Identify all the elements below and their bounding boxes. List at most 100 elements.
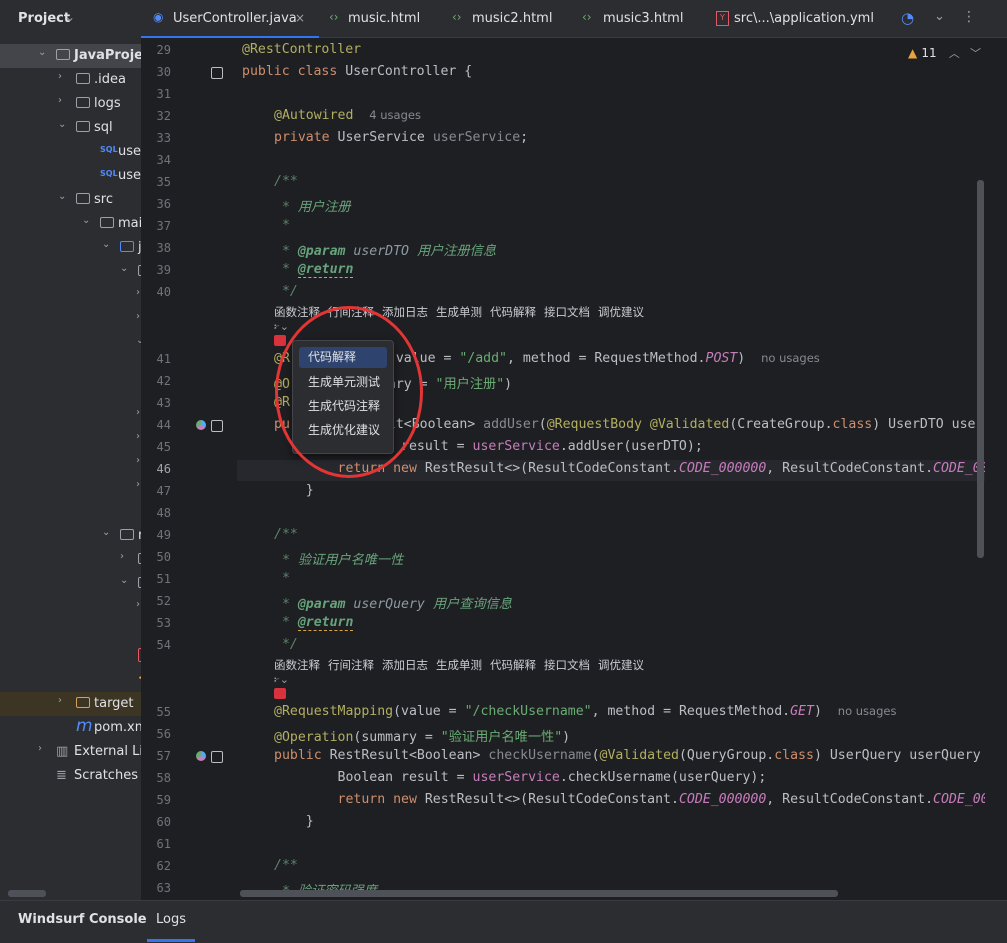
codelens-action[interactable]: 代码解释 (490, 305, 536, 319)
spring-endpoint-icon[interactable] (196, 751, 206, 761)
chevron-up-icon[interactable]: ︿ (949, 47, 960, 60)
close-icon[interactable]: × (295, 11, 305, 25)
html-icon: ‹› (452, 10, 462, 24)
code-line-36: * 用户注册 (274, 200, 351, 215)
codelens-action[interactable]: 接口文档 (544, 305, 590, 319)
chevron-right-icon[interactable]: › (136, 407, 140, 418)
codelens-action[interactable]: 接口文档 (544, 658, 590, 672)
chevron-right-icon[interactable]: › (58, 95, 62, 106)
tree-item[interactable]: › (0, 284, 141, 308)
tree-item[interactable]: › (0, 596, 141, 620)
ai-assistant-icon[interactable]: ፦⌄ (274, 673, 289, 687)
tree-item[interactable]: ⌄ sql (0, 116, 141, 140)
chevron-down-icon[interactable]: ⌄ (82, 215, 90, 226)
chevron-right-icon[interactable]: › (136, 455, 140, 466)
chevron-down-icon[interactable]: ⌄ (58, 191, 66, 202)
chevron-down-icon[interactable]: ⌄ (120, 575, 128, 586)
more-options-icon[interactable]: ⋮ (962, 9, 976, 25)
tree-item[interactable]: ⌄ src (0, 188, 141, 212)
chevron-down-icon[interactable]: ⌄ (120, 263, 128, 274)
ai-plugin-icon[interactable] (274, 335, 286, 346)
chevron-right-icon[interactable]: › (136, 311, 140, 322)
menu-item-generate-code-comment[interactable]: 生成代码注释 (299, 396, 387, 417)
chevron-down-icon[interactable]: ﹀ (970, 47, 981, 60)
chevron-down-icon[interactable]: ⌄ (934, 9, 945, 24)
codelens-action[interactable]: 生成单测 (436, 658, 482, 672)
chevron-down-icon[interactable]: ⌄ (102, 239, 110, 250)
codelens-action[interactable]: 添加日志 (382, 658, 428, 672)
tree-item[interactable] (0, 500, 141, 524)
implementation-marker-icon[interactable] (211, 67, 223, 79)
chevron-right-icon[interactable]: › (38, 743, 42, 754)
chevron-down-icon[interactable]: ⌄ (65, 10, 75, 24)
codelens-action[interactable]: 函数注释 (274, 305, 320, 319)
tree-item[interactable]: Ya (0, 644, 141, 668)
tab-application-yml[interactable]: Y src\...\application.yml (704, 0, 894, 38)
tree-item[interactable]: ⌄s (0, 572, 141, 596)
tab-usercontroller-java[interactable]: ◉ UserController.java × (141, 0, 319, 38)
menu-item-generate-optimization[interactable]: 生成优化建议 (299, 420, 387, 441)
codelens-action[interactable]: 生成单测 (436, 305, 482, 319)
tree-item[interactable]: › ▥ External Librar (0, 740, 141, 764)
chevron-down-icon[interactable]: ⌄ (58, 119, 66, 130)
chevron-down-icon[interactable]: ⌄ (102, 527, 110, 538)
codelens-action[interactable]: 行间注释 (328, 658, 374, 672)
horizontal-scrollbar[interactable] (240, 890, 838, 897)
tab-windsurf-console[interactable]: Windsurf Console (18, 912, 147, 927)
vertical-scrollbar[interactable] (977, 180, 984, 558)
project-panel-header[interactable]: Project ⌄ (0, 0, 141, 38)
project-panel-title[interactable]: Project (18, 11, 70, 26)
recent-files-icon[interactable]: ◔ (901, 9, 914, 27)
codelens-action[interactable]: 调优建议 (598, 305, 644, 319)
tree-item[interactable]: ⌄reso (0, 524, 141, 548)
tree-item[interactable]: › (0, 452, 141, 476)
menu-item-generate-unit-test[interactable]: 生成单元测试 (299, 372, 387, 393)
codelens-action[interactable]: 行间注释 (328, 305, 374, 319)
tree-item[interactable]: ⌄java (0, 236, 141, 260)
project-horizontal-scrollbar[interactable] (8, 890, 46, 897)
tree-item[interactable]: </>l (0, 668, 141, 692)
codelens-action[interactable]: 代码解释 (490, 658, 536, 672)
tree-item[interactable]: ›n (0, 548, 141, 572)
codelens-action[interactable]: 添加日志 (382, 305, 428, 319)
inspection-widget[interactable]: ▲ 11 ︿ ﹀ (908, 45, 981, 61)
chevron-right-icon[interactable]: › (136, 431, 140, 442)
chevron-right-icon[interactable]: › (136, 599, 140, 610)
chevron-right-icon[interactable]: › (58, 71, 62, 82)
tree-item[interactable]: › (0, 308, 141, 332)
chevron-right-icon[interactable]: › (136, 479, 140, 490)
tree-item[interactable]: SQLuser_log (0, 140, 141, 164)
codelens-action[interactable]: 调优建议 (598, 658, 644, 672)
tab-music3-html[interactable]: ‹› music3.html (574, 0, 704, 38)
implementation-marker-icon[interactable] (211, 751, 223, 763)
tree-item[interactable]: › target (0, 692, 141, 716)
tree-item[interactable]: ≣ Scratches and (0, 764, 141, 788)
tab-music-html[interactable]: ‹› music.html (319, 0, 444, 38)
tab-music2-html[interactable]: ‹› music2.html (444, 0, 574, 38)
implementation-marker-icon[interactable] (211, 420, 223, 432)
tree-item[interactable]: › (0, 476, 141, 500)
code-editor[interactable]: @RestController public class UserControl… (237, 38, 985, 900)
tree-item[interactable]: › (0, 404, 141, 428)
menu-item-code-explain[interactable]: 代码解释 (299, 347, 387, 368)
tree-item[interactable] (0, 620, 141, 644)
tree-item[interactable]: › .idea (0, 68, 141, 92)
spring-endpoint-icon[interactable] (196, 420, 206, 430)
tree-item[interactable]: ⌄ main (0, 212, 141, 236)
chevron-down-icon[interactable]: ⌄ (38, 47, 46, 58)
chevron-right-icon[interactable]: › (136, 287, 140, 298)
ai-plugin-icon[interactable] (274, 688, 286, 699)
sql-file-icon: SQL (100, 169, 118, 178)
tree-item[interactable]: › (0, 428, 141, 452)
tab-logs[interactable]: Logs (156, 912, 186, 927)
tree-item[interactable]: ⌄c (0, 260, 141, 284)
tree-item[interactable]: SQLuser_reg (0, 164, 141, 188)
codelens-action[interactable]: 函数注释 (274, 658, 320, 672)
tree-item[interactable]: › logs (0, 92, 141, 116)
chevron-right-icon[interactable]: › (58, 695, 62, 706)
chevron-right-icon[interactable]: › (120, 551, 124, 562)
tree-item[interactable]: mpom.xml (0, 716, 141, 740)
tree-item[interactable]: ⌄ (0, 332, 141, 356)
ai-assistant-icon[interactable]: ፦⌄ (274, 320, 289, 334)
tree-item[interactable]: ⌄ JavaProject50 (0, 44, 141, 68)
